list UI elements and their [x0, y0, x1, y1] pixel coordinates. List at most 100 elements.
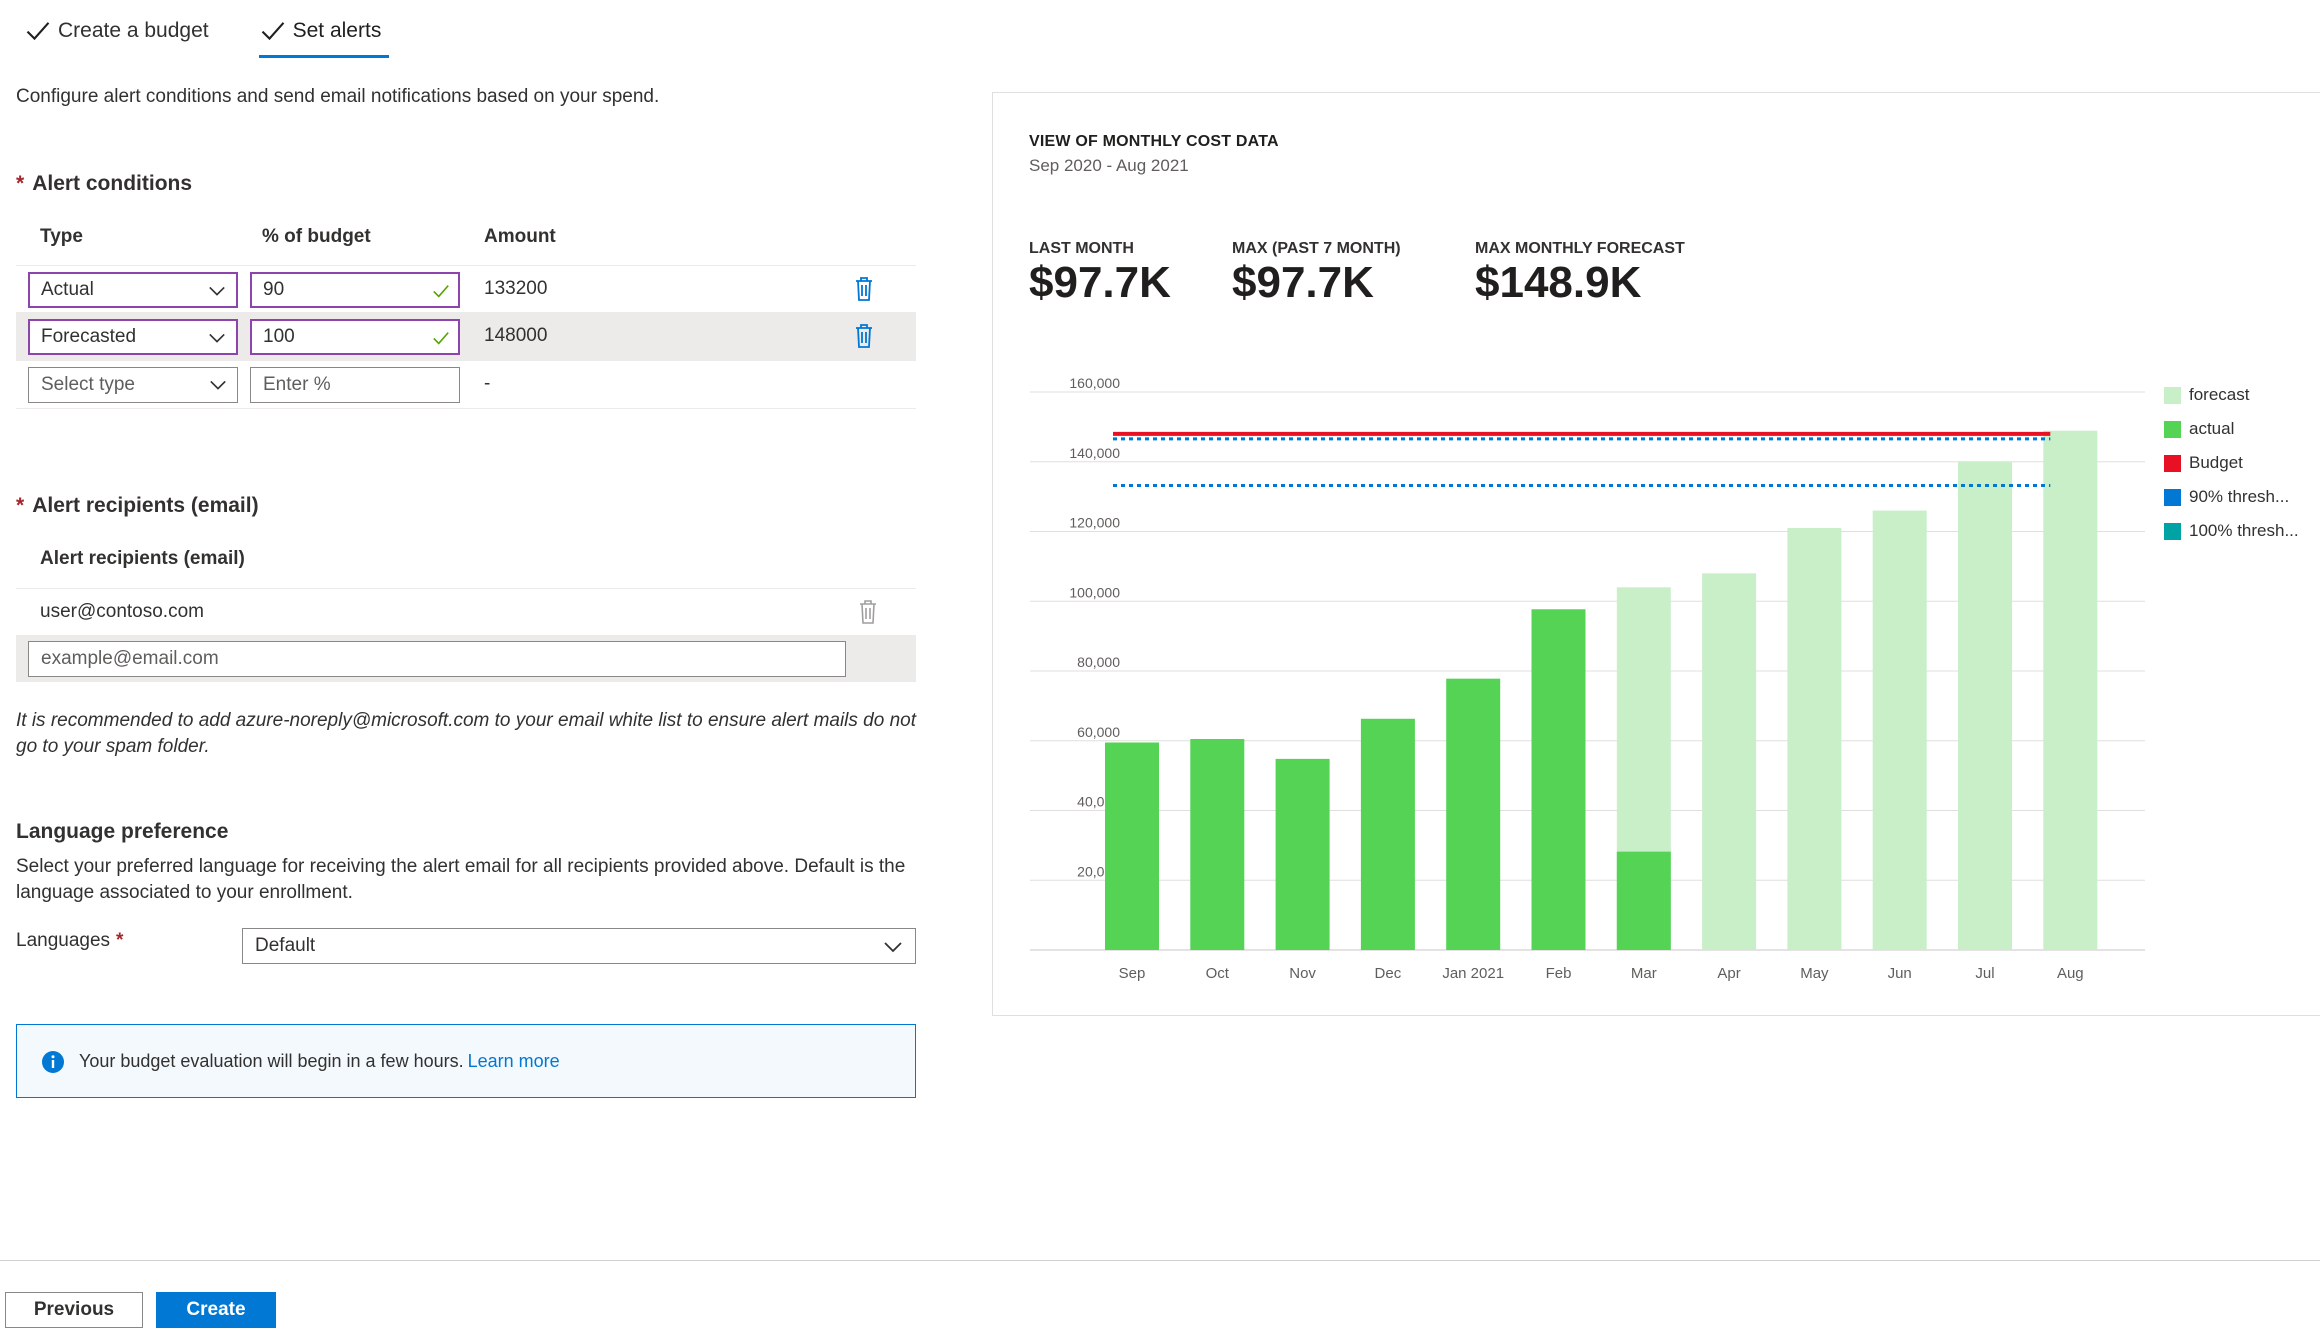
kpi-label: MAX MONTHLY FORECAST — [1475, 240, 1685, 257]
amount-value: 133200 — [484, 278, 548, 299]
alert-conditions-title: * Alert conditions — [16, 172, 192, 196]
y-tick-label: 80,000 — [1077, 654, 1120, 670]
recipient-row: user@contoso.com — [16, 588, 916, 636]
wizard-tabs: Create a budget Set alerts — [16, 8, 390, 58]
legend-item-budget[interactable]: Budget — [2164, 446, 2299, 480]
type-dropdown[interactable]: Select type — [28, 367, 238, 403]
actual-bar — [1531, 609, 1586, 950]
legend-item-100-threshold[interactable]: 100% thresh... — [2164, 514, 2299, 548]
alert-recipients-title: * Alert recipients (email) — [16, 494, 259, 518]
type-value: Actual — [41, 279, 94, 300]
x-tick-label: May — [1800, 965, 1829, 982]
y-tick-label: 160,000 — [1069, 375, 1120, 391]
info-icon — [42, 1051, 64, 1073]
type-placeholder: Select type — [41, 374, 135, 395]
recipient-email: user@contoso.com — [40, 601, 204, 622]
chevron-down-icon — [209, 333, 225, 343]
previous-button[interactable]: Previous — [5, 1292, 143, 1328]
x-tick-label: Jun — [1888, 965, 1912, 982]
kpi-value: $97.7K — [1232, 258, 1374, 307]
email-input[interactable]: example@email.com — [28, 641, 846, 677]
forecast-bar — [2043, 430, 2098, 950]
kpi-value: $97.7K — [1029, 258, 1171, 307]
legend-label: 100% thresh... — [2189, 521, 2299, 540]
checkmark-icon — [433, 285, 449, 298]
required-marker: * — [16, 494, 25, 517]
chevron-down-icon — [210, 380, 226, 390]
x-tick-label: Feb — [1546, 965, 1572, 982]
forecast-bar — [1958, 461, 2012, 950]
tab-label: Create a budget — [58, 19, 209, 42]
tab-label: Set alerts — [292, 19, 382, 42]
actual-bar — [1105, 742, 1159, 950]
kpi-value: $148.9K — [1475, 258, 1642, 307]
legend-swatch — [2164, 522, 2181, 540]
chart-legend: forecast actual Budget 90% thresh... 100… — [2164, 378, 2299, 548]
actual-bar — [1360, 718, 1415, 950]
alert-condition-row: Actual 90 133200 — [16, 265, 916, 313]
amount-value: 148000 — [484, 325, 548, 346]
legend-swatch — [2164, 488, 2181, 506]
delete-icon[interactable] — [852, 276, 876, 302]
tab-create-budget[interactable]: Create a budget — [16, 8, 217, 54]
language-value: Default — [255, 935, 316, 956]
languages-label: Languages * — [16, 930, 123, 952]
required-marker: * — [16, 172, 25, 195]
col-header-pct: % of budget — [262, 226, 371, 247]
kpi-label: MAX (PAST 7 MONTH) — [1232, 240, 1401, 257]
x-tick-label: Dec — [1375, 965, 1402, 982]
pct-value: 90 — [263, 279, 285, 300]
y-tick-label: 120,000 — [1069, 515, 1120, 531]
x-tick-label: Apr — [1717, 965, 1740, 982]
legend-swatch — [2164, 386, 2181, 404]
actual-bar — [1616, 851, 1671, 950]
delete-icon[interactable] — [852, 323, 876, 349]
legend-swatch — [2164, 454, 2181, 472]
intro-text: Configure alert conditions and send emai… — [16, 86, 660, 107]
type-dropdown[interactable]: Actual — [28, 272, 238, 308]
whitelist-note: It is recommended to add azure-noreply@m… — [16, 710, 917, 757]
legend-item-actual[interactable]: actual — [2164, 412, 2299, 446]
info-text-wrap: Your budget evaluation will begin in a f… — [79, 1051, 560, 1072]
x-tick-label: Nov — [1289, 965, 1316, 982]
pct-value: 100 — [263, 326, 295, 347]
x-tick-label: Jan 2021 — [1442, 965, 1504, 982]
alert-condition-row: Select type Enter % - — [16, 361, 916, 409]
checkmark-icon — [26, 22, 50, 41]
x-tick-label: Sep — [1119, 965, 1146, 982]
pct-placeholder: Enter % — [263, 374, 331, 395]
chevron-down-icon — [884, 942, 902, 953]
legend-label: actual — [2189, 419, 2235, 438]
forecast-bar — [1702, 573, 1757, 950]
language-dropdown[interactable]: Default — [242, 928, 916, 964]
x-tick-label: Mar — [1631, 965, 1657, 982]
footer-divider — [0, 1260, 2320, 1261]
section-label: Alert recipients (email) — [32, 494, 259, 517]
recipients-column-header: Alert recipients (email) — [40, 548, 245, 569]
x-tick-label: Jul — [1975, 965, 1994, 982]
tab-set-alerts[interactable]: Set alerts — [251, 8, 390, 58]
recipient-input-row: example@email.com — [16, 636, 916, 682]
y-tick-label: 140,000 — [1069, 445, 1120, 461]
pct-input[interactable]: Enter % — [250, 367, 460, 403]
create-button[interactable]: Create — [156, 1292, 276, 1328]
kpi-label: LAST MONTH — [1029, 240, 1134, 257]
x-tick-label: Oct — [1206, 965, 1230, 982]
monthly-cost-chart: 020,00040,00060,00080,000100,000120,0001… — [1030, 375, 2145, 982]
legend-label: 90% thresh... — [2189, 487, 2290, 506]
legend-item-forecast[interactable]: forecast — [2164, 378, 2299, 412]
forecast-bar — [1787, 528, 1842, 950]
actual-bar — [1275, 758, 1330, 950]
amount-value: - — [484, 373, 491, 394]
actual-bar — [1446, 678, 1501, 950]
type-dropdown[interactable]: Forecasted — [28, 319, 238, 355]
pct-input[interactable]: 100 — [250, 319, 460, 355]
delete-icon[interactable] — [856, 599, 880, 625]
legend-item-90-threshold[interactable]: 90% thresh... — [2164, 480, 2299, 514]
learn-more-link[interactable]: Learn more — [468, 1051, 560, 1071]
checkmark-icon — [261, 22, 284, 41]
x-tick-label: Aug — [2057, 965, 2084, 982]
pct-input[interactable]: 90 — [250, 272, 460, 308]
language-description: Select your preferred language for recei… — [16, 856, 906, 903]
section-label: Alert conditions — [32, 172, 193, 195]
